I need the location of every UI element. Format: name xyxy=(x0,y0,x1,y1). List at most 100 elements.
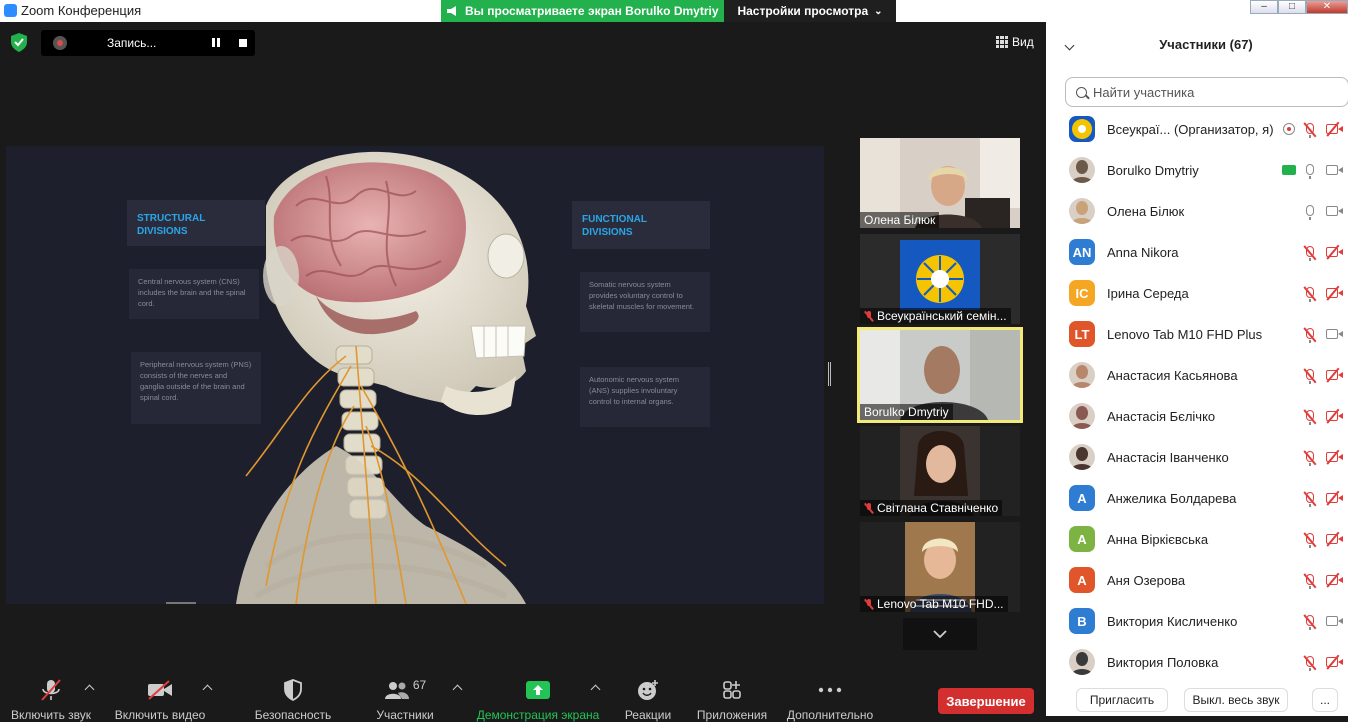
video-icon[interactable] xyxy=(1326,616,1343,626)
somatic-text: Somatic nervous system provides voluntar… xyxy=(580,272,710,332)
start-video-button[interactable]: Включить видео xyxy=(112,678,208,722)
zoom-logo-icon xyxy=(4,4,17,17)
mic-icon[interactable] xyxy=(1306,164,1314,179)
mic-muted-icon[interactable] xyxy=(1306,451,1314,466)
mic-muted-icon[interactable] xyxy=(1306,533,1314,548)
participant-row[interactable]: AN Anna Nikora xyxy=(1046,233,1348,274)
stop-recording-icon[interactable] xyxy=(239,39,247,47)
video-icon[interactable] xyxy=(1326,165,1343,175)
mic-muted-icon[interactable] xyxy=(1306,246,1314,261)
video-tile[interactable]: Всеукраїнський семін... xyxy=(860,234,1020,324)
video-icon[interactable] xyxy=(1326,329,1343,339)
ans-text: Autonomic nervous system (ANS) supplies … xyxy=(580,367,710,427)
video-off-icon[interactable] xyxy=(1326,288,1343,298)
video-tile-active-speaker[interactable]: Borulko Dmytriy xyxy=(857,327,1023,423)
avatar: A xyxy=(1069,526,1095,552)
avatar: B xyxy=(1069,608,1095,634)
video-off-icon[interactable] xyxy=(1326,370,1343,380)
participant-row[interactable]: Анастасія Бєлічко xyxy=(1046,397,1348,438)
reactions-button[interactable]: Реакции xyxy=(622,678,674,722)
participant-status xyxy=(1282,163,1343,181)
apps-icon xyxy=(723,681,741,699)
minimize-icon[interactable]: – xyxy=(1250,0,1278,14)
mic-muted-icon xyxy=(864,598,874,610)
mic-muted-icon[interactable] xyxy=(1306,410,1314,425)
mic-muted-icon xyxy=(41,679,61,701)
mic-muted-icon[interactable] xyxy=(1306,328,1314,343)
security-shield-icon[interactable] xyxy=(10,33,28,52)
mic-muted-icon[interactable] xyxy=(1306,492,1314,507)
security-button[interactable]: Безопасность xyxy=(252,678,334,722)
video-off-icon[interactable] xyxy=(1326,493,1343,503)
video-tile[interactable]: Олена Білюк xyxy=(860,138,1020,228)
recording-icon xyxy=(1283,123,1295,135)
unmute-button[interactable]: Включить звук xyxy=(8,678,94,722)
participant-status xyxy=(1282,655,1343,673)
maximize-icon[interactable]: □ xyxy=(1278,0,1306,14)
more-options-button[interactable]: ... xyxy=(1312,688,1338,712)
recording-icon xyxy=(53,36,67,50)
view-settings-menu[interactable]: Настройки просмотра ⌄ xyxy=(724,0,896,22)
mic-muted-icon[interactable] xyxy=(1306,369,1314,384)
video-tile-name: Borulko Dmytriy xyxy=(860,404,953,420)
video-off-icon[interactable] xyxy=(1326,575,1343,585)
video-off-icon[interactable] xyxy=(1326,247,1343,257)
meeting-stage: Запись... Вид STRUCTURAL DIVISIONS FUNCT… xyxy=(0,22,1046,722)
video-icon[interactable] xyxy=(1326,206,1343,216)
participant-row[interactable]: Виктория Половка xyxy=(1046,643,1348,676)
mute-all-button[interactable]: Выкл. весь звук xyxy=(1184,688,1288,712)
participant-row[interactable]: LT Lenovo Tab M10 FHD Plus xyxy=(1046,315,1348,356)
avatar xyxy=(1069,157,1095,183)
video-tile-name: Олена Білюк xyxy=(860,212,940,228)
recording-label: Запись... xyxy=(107,36,157,50)
mic-muted-icon[interactable] xyxy=(1306,287,1314,302)
video-off-icon[interactable] xyxy=(1326,657,1343,667)
participant-name: Ірина Середа xyxy=(1107,286,1189,301)
window-title: Zoom Конференция xyxy=(21,3,142,18)
invite-button[interactable]: Пригласить xyxy=(1076,688,1168,712)
participants-options-caret-icon[interactable] xyxy=(452,684,463,695)
participant-row[interactable]: A Анжелика Болдарева xyxy=(1046,479,1348,520)
scroll-thumbnails-down-button[interactable] xyxy=(903,618,977,650)
end-meeting-button[interactable]: Завершение xyxy=(938,688,1034,714)
participants-panel-footer: Пригласить Выкл. весь звук ... xyxy=(1046,682,1348,714)
video-off-icon[interactable] xyxy=(1326,452,1343,462)
video-tile[interactable]: Lenovo Tab M10 FHD... xyxy=(860,522,1020,612)
participant-name: Borulko Dmytriy xyxy=(1107,163,1199,178)
mic-muted-icon[interactable] xyxy=(1306,615,1314,630)
participant-row[interactable]: Анастасія Іванченко xyxy=(1046,438,1348,479)
apps-button[interactable]: Приложения xyxy=(694,678,770,722)
participants-icon xyxy=(384,682,409,699)
splitter-handle[interactable] xyxy=(828,362,831,386)
participant-row[interactable]: Всеукраї... (Организатор, я) xyxy=(1046,110,1348,151)
participant-row[interactable]: B Виктория Кисличенко xyxy=(1046,602,1348,643)
participant-row[interactable]: A Анна Віркієвська xyxy=(1046,520,1348,561)
mic-muted-icon xyxy=(864,310,874,322)
participant-row[interactable]: A Аня Озерова xyxy=(1046,561,1348,602)
search-participant-input[interactable]: Найти участника xyxy=(1065,77,1348,107)
more-button[interactable]: Дополнительно xyxy=(784,678,876,722)
participant-status xyxy=(1282,327,1343,345)
close-icon[interactable]: ✕ xyxy=(1306,0,1348,14)
mic-muted-icon[interactable] xyxy=(1306,574,1314,589)
chevron-down-icon xyxy=(933,630,947,638)
share-screen-button[interactable]: Демонстрация экрана xyxy=(476,678,600,722)
participant-row[interactable]: Анастасия Касьянова xyxy=(1046,356,1348,397)
participant-row[interactable]: Borulko Dmytriy xyxy=(1046,151,1348,192)
mic-muted-icon[interactable] xyxy=(1306,123,1314,138)
pause-recording-icon[interactable] xyxy=(212,38,220,47)
mic-icon[interactable] xyxy=(1306,205,1314,220)
view-button[interactable]: Вид xyxy=(996,35,1034,49)
avatar: A xyxy=(1069,567,1095,593)
video-off-icon[interactable] xyxy=(1326,411,1343,421)
search-icon xyxy=(1076,86,1087,98)
avatar: A xyxy=(1069,485,1095,511)
mic-muted-icon[interactable] xyxy=(1306,656,1314,671)
participant-row[interactable]: IC Ірина Середа xyxy=(1046,274,1348,315)
participant-name: Всеукраї... (Организатор, я) xyxy=(1107,122,1274,137)
video-off-icon[interactable] xyxy=(1326,124,1343,134)
participants-button[interactable]: 67 Участники xyxy=(372,678,438,722)
video-off-icon[interactable] xyxy=(1326,534,1343,544)
participant-row[interactable]: Олена Білюк xyxy=(1046,192,1348,233)
video-tile[interactable]: Світлана Ставніченко xyxy=(860,426,1020,516)
